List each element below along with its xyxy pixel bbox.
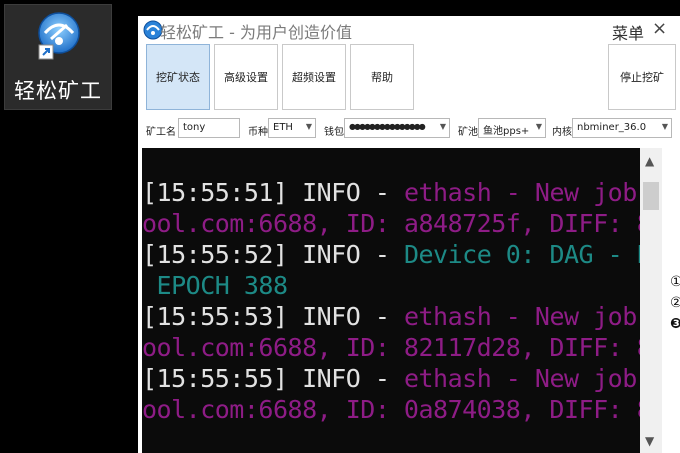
log-segment: ethash - New job: eth.f2p xyxy=(403,364,640,393)
log-segment: ool.com:6688, ID: 0a874038, DIFF: 8.590G xyxy=(142,395,640,424)
log-line: ool.com:6688, ID: 0a874038, DIFF: 8.590G xyxy=(142,394,640,425)
pool-label: 矿池 xyxy=(458,127,478,138)
log-segment: ool.com:6688, ID: a848725f, DIFF: 8.590G xyxy=(142,209,640,238)
log-segment: [15:55:52] INFO - xyxy=(142,240,404,269)
miner-name-label: 矿工名 xyxy=(146,127,176,138)
coin-select[interactable]: ETH ▼ xyxy=(268,118,316,138)
chevron-down-icon: ▼ xyxy=(661,122,668,131)
log-console[interactable]: [15:55:51] INFO - ethash - New job: eth.… xyxy=(142,148,640,453)
log-line: [15:55:52] INFO - Device 0: DAG - Buildi… xyxy=(142,239,640,270)
window-title: 轻松矿工 - 为用户创造价值 xyxy=(160,23,352,42)
log-segment: [15:55:53] INFO - xyxy=(142,302,404,331)
desktop-shortcut[interactable]: 轻松矿工 xyxy=(4,4,112,110)
coin-value: ETH xyxy=(273,122,293,133)
log-segment: EPOCH 388 xyxy=(142,271,288,300)
wallet-input[interactable]: ●●●●●●●●●●●●●●● ▼ xyxy=(344,118,450,138)
tab-advanced-settings[interactable]: 高级设置 xyxy=(214,44,278,110)
scroll-thumb[interactable] xyxy=(643,182,659,210)
chevron-down-icon: ▼ xyxy=(535,122,542,131)
log-segment: Device 0: DAG - Building, xyxy=(403,240,640,269)
kernel-select[interactable]: nbminer_36.0 ▼ xyxy=(572,118,672,138)
kernel-value: nbminer_36.0 xyxy=(577,122,647,133)
tab-mining-status[interactable]: 挖矿状态 xyxy=(146,44,210,110)
app-window: 轻松矿工 - 为用户创造价值 菜单 - × 挖矿状态 高级设置 超频设置 帮助 … xyxy=(138,16,680,453)
close-button[interactable]: × xyxy=(652,18,667,39)
log-segment: ethash - New job: eth.f2p xyxy=(403,302,640,331)
chevron-down-icon: ▼ xyxy=(305,122,312,131)
app-logo-icon xyxy=(38,12,80,60)
coin-label: 币种 xyxy=(248,127,268,138)
log-line: [15:55:51] INFO - ethash - New job: eth.… xyxy=(142,177,640,208)
tab-overclock-settings[interactable]: 超频设置 xyxy=(282,44,346,110)
settings-row: 矿工名 tony 币种 ETH ▼ 钱包 ●●●●●●●●●●●●●●● ▼ 矿… xyxy=(138,116,680,140)
log-segment: ethash - New job: eth.f2p xyxy=(403,178,640,207)
scroll-down-icon[interactable]: ▼ xyxy=(645,434,654,448)
console-scrollbar[interactable]: ▲ ▼ xyxy=(640,148,662,453)
log-line: [15:55:55] INFO - ethash - New job: eth.… xyxy=(142,363,640,394)
pool-value: 鱼池pps+ xyxy=(483,126,530,137)
log-line: [15:55:53] INFO - ethash - New job: eth.… xyxy=(142,301,640,332)
console-lines: [15:55:51] INFO - ethash - New job: eth.… xyxy=(142,177,640,425)
log-line: EPOCH 388 xyxy=(142,270,640,301)
log-segment: [15:55:55] INFO - xyxy=(142,364,404,393)
kernel-label: 内核 xyxy=(552,127,572,138)
wallet-label: 钱包 xyxy=(324,127,344,138)
miner-name-input[interactable]: tony xyxy=(178,118,240,138)
marker-2: ② xyxy=(670,295,680,311)
chevron-down-icon: ▼ xyxy=(439,122,446,131)
marker-3: ❸ xyxy=(670,316,680,332)
log-segment: ool.com:6688, ID: 82117d28, DIFF: 8.590G xyxy=(142,333,640,362)
tab-help[interactable]: 帮助 xyxy=(350,44,414,110)
scroll-up-icon[interactable]: ▲ xyxy=(645,154,654,168)
stop-mining-button[interactable]: 停止挖矿 xyxy=(608,44,676,110)
title-bar[interactable]: 轻松矿工 - 为用户创造价值 菜单 - × xyxy=(138,16,680,44)
wallet-value: ●●●●●●●●●●●●●●● xyxy=(349,122,426,131)
log-line: ool.com:6688, ID: 82117d28, DIFF: 8.590G xyxy=(142,332,640,363)
side-markers: ① ② ❸ xyxy=(670,272,680,335)
shortcut-label: 轻松矿工 xyxy=(14,79,102,103)
log-segment: [15:55:51] INFO - xyxy=(142,178,404,207)
log-line: ool.com:6688, ID: a848725f, DIFF: 8.590G xyxy=(142,208,640,239)
minimize-button[interactable]: - xyxy=(636,17,642,36)
pool-select[interactable]: 鱼池pps+ ▼ xyxy=(478,118,546,138)
marker-1: ① xyxy=(670,274,680,290)
